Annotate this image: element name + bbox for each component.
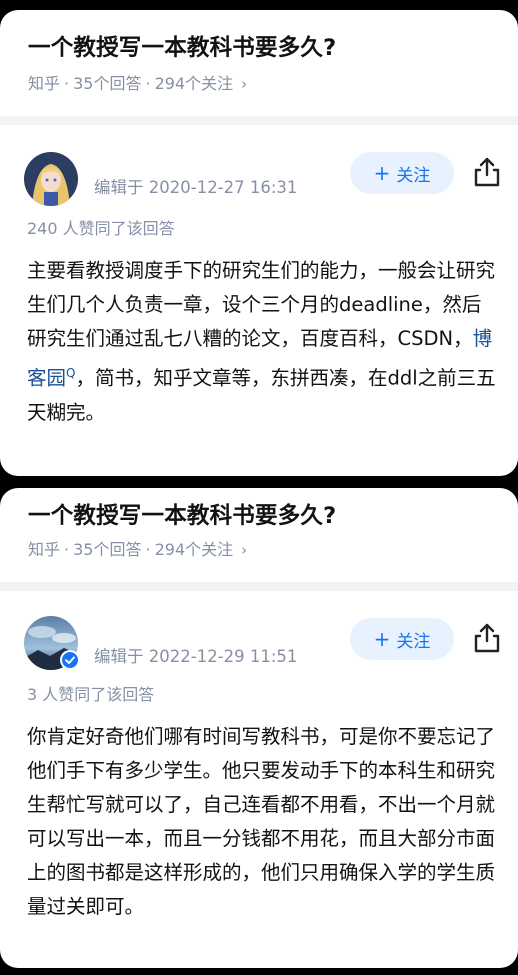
avatar[interactable] [24, 152, 78, 206]
answer-card-1: 一个教授写一本教科书要多久? 知乎 · 35个回答 · 294个关注 › 编辑于 2020… [0, 10, 518, 476]
follow-label: 关注 [396, 631, 431, 652]
answer-text-tail: ，简书，知乎文章等，东拼西凑，在ddl之前三五天糊完。 [27, 366, 496, 424]
edited-time: 编辑于 2022-12-29 11:51 [94, 647, 298, 666]
edited-time: 编辑于 2020-12-27 16:31 [94, 178, 298, 197]
anime-avatar-icon [24, 152, 78, 206]
question-title[interactable]: 一个教授写一本教科书要多久? [28, 500, 498, 532]
source-label: 知乎 [28, 540, 61, 559]
follower-count: 294个关注 [154, 540, 234, 559]
source-label: 知乎 [28, 74, 61, 93]
agree-count: 240 人赞同了该回答 [27, 219, 175, 238]
follow-label: 关注 [396, 165, 431, 186]
share-icon[interactable] [472, 622, 502, 654]
answer-body[interactable]: 你肯定好奇他们哪有时间写教科书，可是你不要忘记了他们手下有多少学生。他只要发动手… [27, 720, 500, 924]
agree-count: 3 人赞同了该回答 [27, 685, 155, 704]
question-meta[interactable]: 知乎 · 35个回答 · 294个关注 › [28, 539, 247, 561]
verified-check-icon [60, 650, 80, 670]
answer-body[interactable]: 主要看教授调度手下的研究生们的能力，一般会让研究生们几个人负责一章，设个三个月的… [27, 254, 500, 430]
plus-icon: + [373, 161, 391, 185]
question-title[interactable]: 一个教授写一本教科书要多久? [28, 32, 498, 64]
divider [0, 582, 518, 591]
question-meta[interactable]: 知乎 · 35个回答 · 294个关注 › [28, 73, 247, 95]
chevron-right-icon: › [241, 541, 248, 559]
follower-count: 294个关注 [154, 74, 234, 93]
divider [0, 116, 518, 125]
follow-button[interactable]: + 关注 [350, 618, 454, 660]
chevron-right-icon: › [241, 75, 248, 93]
share-icon[interactable] [472, 156, 502, 188]
answer-card-2: 一个教授写一本教科书要多久? 知乎 · 35个回答 · 294个关注 › 编辑于 2022… [0, 488, 518, 968]
answer-count: 35个回答 [73, 540, 142, 559]
follow-button[interactable]: + 关注 [350, 152, 454, 194]
answer-text: 主要看教授调度手下的研究生们的能力，一般会让研究生们几个人负责一章，设个三个月的… [27, 259, 496, 350]
answer-count: 35个回答 [73, 74, 142, 93]
plus-icon: + [373, 627, 391, 651]
